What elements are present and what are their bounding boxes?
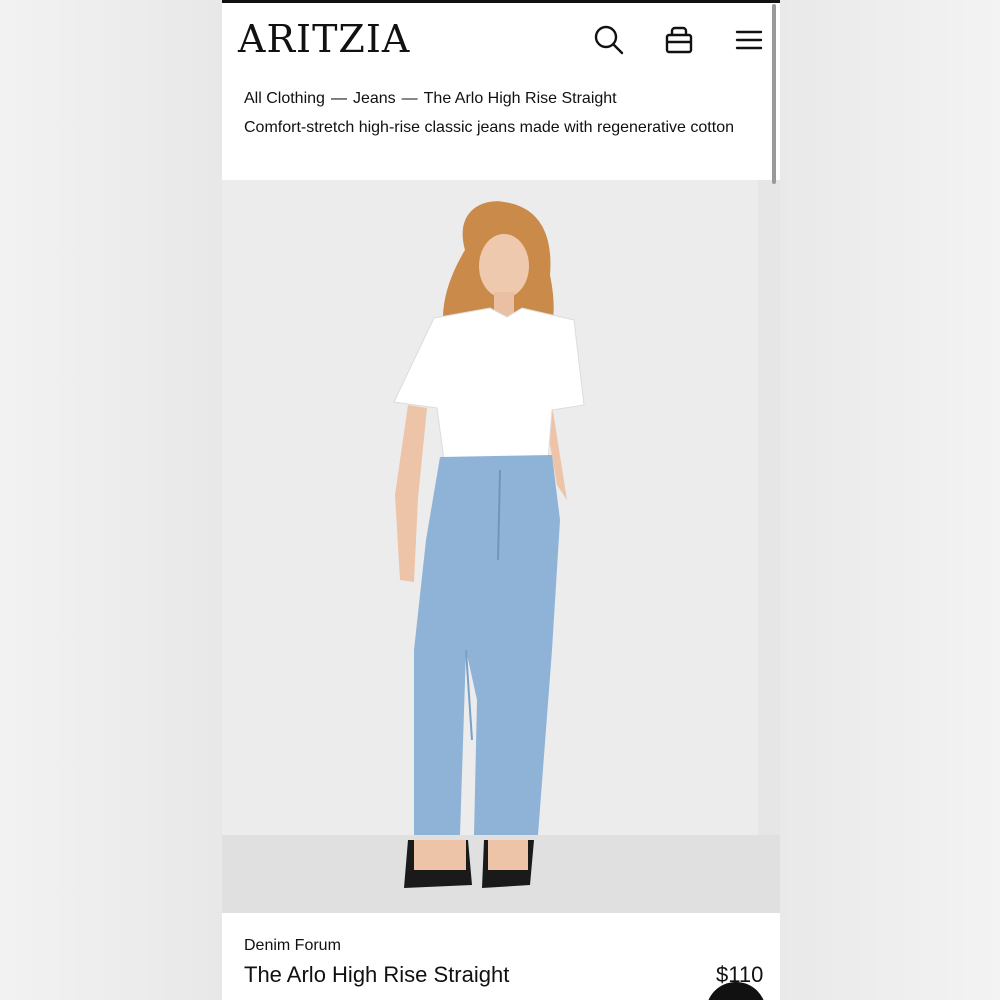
breadcrumb-separator: — (401, 90, 418, 107)
menu-icon[interactable] (732, 23, 766, 57)
breadcrumb-all-clothing[interactable]: All Clothing (244, 90, 325, 107)
product-image[interactable] (222, 180, 780, 913)
shopping-bag-icon[interactable] (662, 23, 696, 57)
mobile-page: ARITZIA All Clothing — Jeans — The Arlo High… (222, 0, 780, 1000)
search-icon[interactable] (592, 23, 626, 57)
model-illustration (393, 201, 585, 888)
brand-logo[interactable]: ARITZIA (238, 17, 410, 61)
breadcrumb-jeans[interactable]: Jeans (353, 90, 396, 107)
breadcrumb-current: The Arlo High Rise Straight (423, 90, 617, 107)
backdrop-left (0, 0, 222, 1000)
product-title: The Arlo High Rise Straight (244, 962, 510, 987)
breadcrumb: All Clothing — Jeans — The Arlo High Rise St… (244, 90, 617, 108)
scrollbar[interactable] (772, 4, 776, 184)
product-description: Comfort-stretch high-rise classic jeans … (244, 119, 734, 136)
backdrop-right (780, 0, 1000, 1000)
brand-name[interactable]: Denim Forum (244, 937, 341, 955)
site-header: ARITZIA (222, 3, 780, 79)
breadcrumb-separator: — (330, 90, 347, 107)
